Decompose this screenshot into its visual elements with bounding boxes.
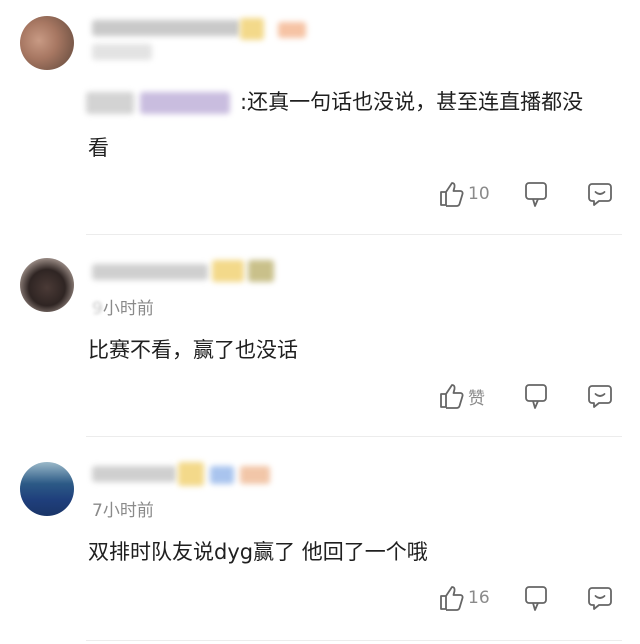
chat-bubble-smile-icon bbox=[586, 382, 614, 410]
thumbs-up-icon bbox=[438, 382, 464, 410]
reply-button[interactable] bbox=[583, 378, 617, 414]
thumbs-down-icon bbox=[523, 180, 549, 208]
like-count: 10 bbox=[468, 184, 490, 204]
divider bbox=[86, 436, 622, 437]
divider bbox=[86, 640, 622, 641]
thumbs-up-icon bbox=[438, 180, 464, 208]
avatar[interactable] bbox=[20, 16, 74, 70]
like-count: 16 bbox=[468, 588, 490, 608]
comment-item: 7小时前 双排时队友说dyg赢了 他回了一个哦 16 bbox=[0, 438, 640, 644]
thumbs-down-icon bbox=[523, 584, 549, 612]
comment-time: 9小时前 bbox=[92, 299, 154, 319]
like-label: 赞 bbox=[468, 388, 485, 409]
thumbs-down-icon bbox=[523, 382, 549, 410]
comment-actions: 赞 bbox=[0, 378, 640, 414]
dislike-button[interactable] bbox=[519, 378, 553, 414]
like-button[interactable]: 赞 bbox=[438, 378, 485, 414]
avatar[interactable] bbox=[20, 462, 74, 516]
comment-actions: 16 bbox=[0, 580, 640, 616]
comment-text: 双排时队友说dyg赢了 他回了一个哦 bbox=[88, 540, 428, 564]
comment-text: :还真一句话也没说，甚至连直播都没 bbox=[240, 90, 584, 114]
chat-bubble-smile-icon bbox=[586, 584, 614, 612]
comment-text: 比赛不看，赢了也没话 bbox=[88, 338, 298, 362]
reply-button[interactable] bbox=[583, 176, 617, 212]
comment-item: :还真一句话也没说，甚至连直播都没 看 10 bbox=[0, 0, 640, 234]
thumbs-up-icon bbox=[438, 584, 464, 612]
avatar[interactable] bbox=[20, 258, 74, 312]
comment-text-continued: 看 bbox=[88, 136, 109, 160]
comment-actions: 10 bbox=[0, 176, 640, 212]
reply-button[interactable] bbox=[583, 580, 617, 616]
like-button[interactable]: 16 bbox=[438, 580, 490, 616]
comment-item: 9小时前 比赛不看，赢了也没话 赞 bbox=[0, 236, 640, 436]
dislike-button[interactable] bbox=[519, 580, 553, 616]
like-button[interactable]: 10 bbox=[438, 176, 490, 212]
comment-time: 7小时前 bbox=[92, 501, 154, 521]
chat-bubble-smile-icon bbox=[586, 180, 614, 208]
divider bbox=[86, 234, 622, 235]
dislike-button[interactable] bbox=[519, 176, 553, 212]
